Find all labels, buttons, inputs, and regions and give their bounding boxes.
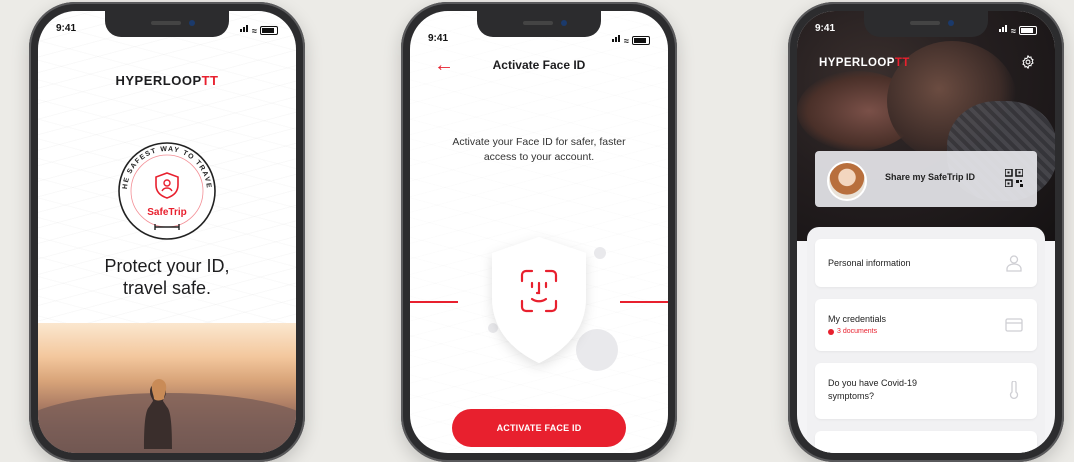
phone-face-id: 9:41 ≈ ← Activate Face ID Activate your … (401, 2, 677, 462)
menu-list: Personal information My credentials 3 do… (807, 227, 1045, 453)
thermometer-icon (1009, 381, 1019, 399)
battery-icon (632, 36, 650, 45)
list-item-title: My credentials (828, 314, 887, 324)
headline: Protect your ID, travel safe. (104, 256, 230, 298)
list-item-title: Do you have Covid-19 symptoms? (828, 378, 918, 401)
accent-line-left (410, 301, 458, 303)
wifi-icon: ≈ (1011, 26, 1016, 36)
activate-face-id-button[interactable]: ACTIVATE FACE ID (452, 409, 626, 447)
nav-bar: ← Activate Face ID (410, 55, 668, 79)
signal-icon (612, 34, 621, 45)
avatar (827, 161, 867, 201)
status-bar: 9:41 ≈ (815, 23, 1037, 37)
status-bar: 9:41 ≈ (428, 33, 650, 47)
qr-code-icon (1005, 169, 1023, 187)
gear-icon[interactable] (1021, 55, 1035, 69)
list-item-personal-information[interactable]: Personal information (815, 239, 1037, 287)
signal-icon (999, 24, 1008, 35)
status-bar: 9:41 ≈ (56, 23, 278, 37)
person-icon (1006, 255, 1022, 272)
brand-logo: HYPERLOOPTT (115, 73, 219, 88)
alert-dot-icon (828, 328, 834, 335)
battery-icon (1019, 26, 1037, 35)
accent-line-right (620, 301, 668, 303)
battery-icon (260, 26, 278, 35)
status-icons: ≈ (240, 24, 278, 36)
welcome-screen: 9:41 ≈ HYPERLOOPTT THE SAFEST WAY TO TRA… (38, 11, 296, 453)
page-title: Activate Face ID (492, 58, 586, 72)
status-time: 9:41 (815, 23, 836, 34)
signal-icon (240, 24, 249, 35)
phone-welcome: 9:41 ≈ HYPERLOOPTT THE SAFEST WAY TO TRA… (29, 2, 305, 462)
traveler-illustration (144, 379, 172, 449)
share-label: Share my SafeTrip ID (885, 172, 976, 182)
list-item-title: Personal information (828, 258, 911, 268)
phone-dashboard: 9:41 ≈ HYPERLOOPTT Share my SafeTrip ID (788, 2, 1064, 462)
list-item-covid-symptoms[interactable]: Do you have Covid-19 symptoms? (815, 363, 1037, 419)
face-id-screen: 9:41 ≈ ← Activate Face ID Activate your … (410, 11, 668, 453)
list-item[interactable] (815, 431, 1037, 453)
status-icons: ≈ (612, 34, 650, 46)
list-item-my-credentials[interactable]: My credentials 3 documents (815, 299, 1037, 351)
shield-faceid-graphic (492, 237, 586, 363)
badge-name: SafeTrip (147, 207, 186, 218)
status-time: 9:41 (56, 23, 77, 34)
wifi-icon: ≈ (252, 26, 257, 36)
status-time: 9:41 (428, 33, 449, 44)
safetrip-badge: THE SAFEST WAY TO TRAVEL SafeTrip (109, 133, 216, 240)
wifi-icon: ≈ (624, 36, 629, 46)
status-icons: ≈ (999, 24, 1037, 36)
card-icon (1005, 318, 1023, 332)
share-safetrip-card[interactable]: Share my SafeTrip ID (815, 151, 1037, 207)
credentials-count: 3 documents (828, 328, 877, 335)
dashboard-screen: 9:41 ≈ HYPERLOOPTT Share my SafeTrip ID (797, 11, 1055, 453)
brand-logo: HYPERLOOPTT (819, 57, 910, 69)
description: Activate your Face ID for safer, faster … (452, 136, 626, 163)
